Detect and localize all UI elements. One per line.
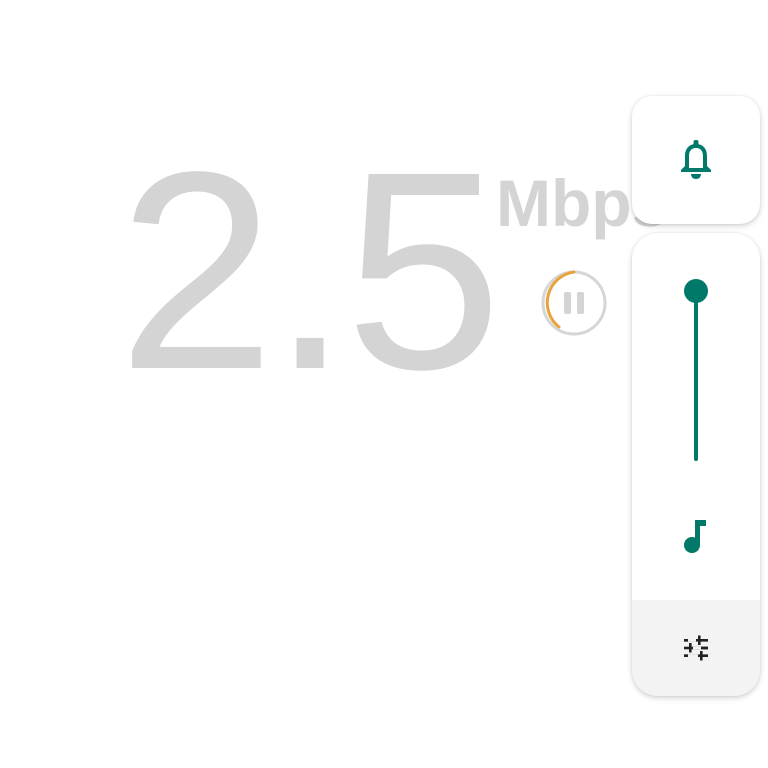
sound-settings-button[interactable]	[632, 600, 760, 696]
media-volume-slider[interactable]	[676, 269, 716, 469]
pause-button[interactable]	[541, 270, 607, 336]
speed-readout: 2.5 Mbps	[118, 130, 668, 412]
slider-thumb[interactable]	[684, 279, 708, 303]
music-note-icon[interactable]	[682, 518, 710, 554]
slider-fill	[694, 291, 698, 461]
bell-icon	[681, 140, 711, 179]
pause-icon	[541, 270, 607, 336]
ringer-mode-button[interactable]	[632, 96, 760, 224]
media-volume-card	[632, 233, 760, 696]
volume-panel	[632, 96, 760, 696]
tune-icon	[684, 635, 708, 661]
speed-value: 2.5	[118, 113, 502, 428]
speed-test-screen: 2.5 Mbps	[0, 0, 768, 768]
